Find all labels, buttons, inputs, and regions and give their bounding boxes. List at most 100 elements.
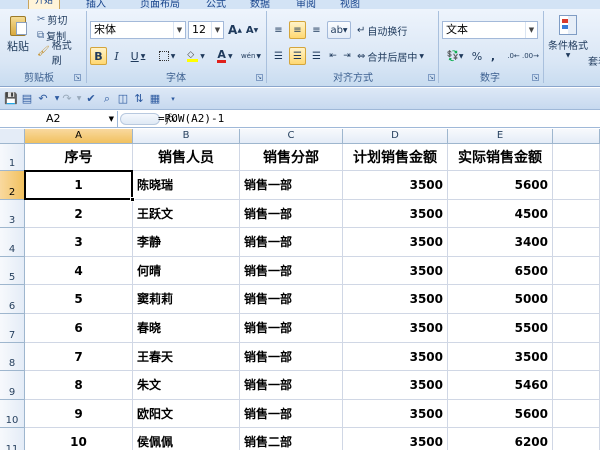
font-name-select[interactable]: 宋体 ▼ [90,21,186,39]
font-color-button[interactable]: A ▼ [212,47,238,65]
table-format-label[interactable]: 套表 [588,53,600,68]
undo-icon[interactable]: ↶ [36,92,50,106]
header-cell[interactable]: 计划销售金额 [343,144,448,171]
empty-cell[interactable] [553,285,600,314]
column-header[interactable]: E [448,129,553,144]
align-bottom-button[interactable]: ≡ [308,21,325,39]
column-header[interactable]: A [25,129,133,144]
cell-serial[interactable]: 5 [25,285,133,314]
row-header[interactable]: 4 [0,228,25,257]
formula-bar-handle[interactable] [120,113,160,125]
font-size-select[interactable]: 12 ▼ [188,21,224,39]
comma-button[interactable]: , [486,47,500,65]
cell-planned-amount[interactable]: 3500 [343,256,448,286]
cut-button[interactable]: ✂ 剪切 [36,12,78,27]
cell-branch[interactable]: 销售一部 [240,256,343,286]
clipboard-launcher-icon[interactable]: ↘ [74,74,81,81]
cell-branch[interactable]: 销售一部 [240,171,343,200]
cell-serial[interactable]: 4 [25,256,133,286]
cell-branch[interactable]: 销售一部 [240,199,343,229]
column-header-overflow[interactable] [553,129,600,144]
empty-cell[interactable] [553,314,600,343]
increase-indent-button[interactable]: ⇥ [341,47,353,65]
alignment-launcher-icon[interactable]: ↘ [428,74,435,81]
cell-planned-amount[interactable]: 3500 [343,371,448,400]
cell-planned-amount[interactable]: 3500 [343,342,448,372]
empty-cell[interactable] [553,199,600,229]
formula-input[interactable]: =ROW(A2)-1 [158,111,224,127]
cell-actual-amount[interactable]: 5460 [448,371,553,400]
cell-actual-amount[interactable]: 6200 [448,428,553,450]
tab-page-layout[interactable]: 页面布局 [140,0,180,9]
header-cell[interactable]: 实际销售金额 [448,144,553,171]
cell-planned-amount[interactable]: 3500 [343,428,448,450]
paste-button[interactable]: 粘贴 [4,13,32,57]
empty-cell[interactable] [553,342,600,372]
cell-actual-amount[interactable]: 5600 [448,171,553,200]
fill-color-button[interactable]: ◇ ▼ [182,47,210,65]
tab-insert[interactable]: 插入 [86,0,106,9]
fill-handle[interactable] [130,196,135,202]
cell-salesperson[interactable]: 春晓 [133,314,240,343]
spellcheck-icon[interactable]: ✔ [84,92,98,106]
header-cell[interactable]: 销售人员 [133,144,240,171]
row-header[interactable]: 8 [0,342,25,372]
tab-data[interactable]: 数据 [250,0,270,9]
table-icon[interactable]: ▦ [148,92,162,106]
cell-serial[interactable]: 7 [25,342,133,372]
empty-cell[interactable] [553,428,600,450]
format-painter-button[interactable]: 🖌 格式刷 [36,41,82,67]
sort-icon[interactable]: ⇅ [132,92,146,106]
italic-button[interactable]: I [109,47,124,65]
column-header[interactable]: C [240,129,343,144]
cell-branch[interactable]: 销售二部 [240,428,343,450]
header-cell[interactable]: 序号 [25,144,133,171]
align-right-button[interactable]: ☰ [308,47,325,65]
cell-actual-amount[interactable]: 5000 [448,285,553,314]
row-header[interactable]: 6 [0,285,25,314]
row-header[interactable]: 9 [0,371,25,400]
find-icon[interactable]: ⌕ [100,92,114,106]
cell-planned-amount[interactable]: 3500 [343,199,448,229]
cell-actual-amount[interactable]: 5600 [448,399,553,429]
cell-salesperson[interactable]: 王跃文 [133,199,240,229]
align-left-button[interactable]: ☰ [270,47,287,65]
accounting-format-button[interactable]: 💱 ▼ [442,47,468,65]
empty-cell[interactable] [553,228,600,257]
cell-salesperson[interactable]: 王春天 [133,342,240,372]
empty-cell[interactable] [553,399,600,429]
increase-decimal-button[interactable]: .0← [506,47,521,65]
percent-button[interactable]: % [470,47,484,65]
bold-button[interactable]: B [90,47,107,65]
align-center-button[interactable]: ☰ [289,47,306,65]
cell-branch[interactable]: 销售一部 [240,399,343,429]
phonetic-button[interactable]: wén ▼ [240,47,262,65]
orientation-button[interactable]: ab ▼ [327,21,351,39]
cell-salesperson[interactable]: 李静 [133,228,240,257]
cell-planned-amount[interactable]: 3500 [343,285,448,314]
decrease-indent-button[interactable]: ⇤ [327,47,339,65]
cell-salesperson[interactable]: 侯佩佩 [133,428,240,450]
select-all-corner[interactable] [0,129,25,144]
cell-actual-amount[interactable]: 3400 [448,228,553,257]
header-cell[interactable]: 销售分部 [240,144,343,171]
cell-serial[interactable]: 2 [25,199,133,229]
save-icon[interactable]: 💾 [4,92,18,106]
merge-center-button[interactable]: ⇔ 合并后居中 ▼ [356,47,434,65]
align-top-button[interactable]: ≡ [270,21,287,39]
cell-salesperson[interactable]: 欧阳文 [133,399,240,429]
tab-formulas[interactable]: 公式 [206,0,226,9]
cell-planned-amount[interactable]: 3500 [343,171,448,200]
number-format-select[interactable]: 文本 ▼ [442,21,538,39]
row-header[interactable]: 5 [0,256,25,286]
cell-branch[interactable]: 销售一部 [240,228,343,257]
cell-planned-amount[interactable]: 3500 [343,314,448,343]
row-header[interactable]: 2 [0,171,25,200]
row-header[interactable]: 7 [0,314,25,343]
cell-branch[interactable]: 销售一部 [240,314,343,343]
cell-salesperson[interactable]: 陈晓瑞 [133,171,240,200]
cell-branch[interactable]: 销售一部 [240,342,343,372]
cell-actual-amount[interactable]: 4500 [448,199,553,229]
empty-cell[interactable] [553,144,600,171]
cell-branch[interactable]: 销售一部 [240,371,343,400]
